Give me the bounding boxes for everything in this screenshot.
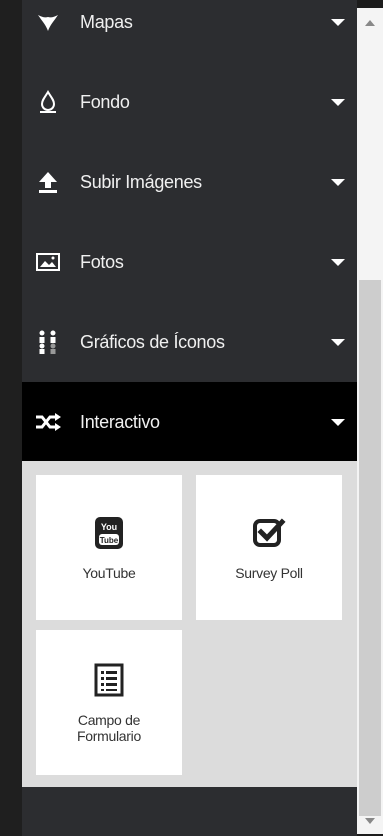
chevron-down-icon[interactable]: [331, 258, 345, 266]
chevron-down-icon[interactable]: [331, 178, 345, 186]
youtube-icon-text-top: You: [101, 522, 117, 532]
checkbox-icon: [251, 515, 287, 551]
chevron-down-icon[interactable]: [331, 338, 345, 346]
menu-item-label: Interactivo: [80, 411, 160, 432]
youtube-icon-text-bottom: Tube: [100, 536, 119, 545]
form-list-icon: [91, 662, 127, 698]
menu-item-label: Gráficos de Íconos: [80, 331, 225, 352]
panel-footer: [22, 787, 357, 836]
tile-youtube[interactable]: You Tube YouTube: [36, 475, 182, 620]
menu-item-fotos[interactable]: Fotos: [22, 222, 357, 302]
scrollbar-thumb[interactable]: [359, 280, 381, 816]
upload-icon: [34, 168, 62, 196]
sidebar-panel: Mapas Fondo Subir Imágenes Fotos Gráfico…: [22, 0, 357, 836]
chevron-down-icon[interactable]: [331, 18, 345, 26]
menu-item-subir-imagenes[interactable]: Subir Imágenes: [22, 142, 357, 222]
youtube-icon: You Tube: [91, 515, 127, 551]
menu-item-graficos-iconos[interactable]: Gráficos de Íconos: [22, 302, 357, 382]
tile-label: Campo de Formulario: [77, 712, 141, 744]
menu-item-label: Mapas: [80, 11, 133, 32]
shuffle-icon: [34, 408, 62, 436]
interactive-tiles-area: You Tube YouTube Survey Poll Campo de Fo…: [22, 461, 357, 787]
menu-item-mapas[interactable]: Mapas: [22, 0, 357, 62]
chevron-down-icon[interactable]: [331, 98, 345, 106]
scroll-up-button[interactable]: [357, 14, 383, 32]
tile-label-line1: Campo de: [77, 711, 141, 728]
chevron-down-icon[interactable]: [331, 418, 345, 426]
window-left-edge: [0, 0, 22, 836]
menu-item-label: Fondo: [80, 91, 130, 112]
map-icon: [34, 8, 62, 36]
menu-item-fondo[interactable]: Fondo: [22, 62, 357, 142]
arrow-up-icon: [365, 20, 375, 26]
arrow-down-icon: [365, 818, 375, 824]
menu-item-label: Fotos: [80, 251, 124, 272]
tile-label-line2: Formulario: [77, 727, 141, 744]
droplet-icon: [34, 88, 62, 116]
menu-item-interactivo[interactable]: Interactivo: [22, 382, 357, 462]
menu-item-label: Subir Imágenes: [80, 171, 202, 192]
tile-survey-poll[interactable]: Survey Poll: [196, 475, 342, 620]
tile-campo-formulario[interactable]: Campo de Formulario: [36, 630, 182, 775]
image-icon: [34, 248, 62, 276]
scroll-down-button[interactable]: [357, 812, 383, 830]
people-chart-icon: [34, 328, 62, 356]
tile-label: Survey Poll: [235, 564, 303, 581]
tile-label: YouTube: [82, 564, 136, 581]
